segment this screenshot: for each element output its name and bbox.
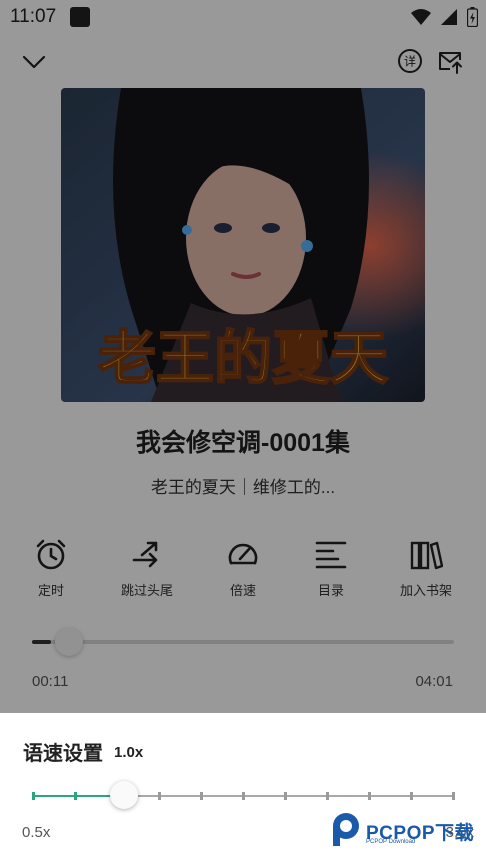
speed-tick bbox=[242, 792, 245, 800]
speed-sheet-title: 语速设置 bbox=[23, 743, 103, 765]
speed-tick bbox=[32, 792, 35, 800]
speed-current-value: 1.0x bbox=[114, 744, 144, 761]
speed-slider[interactable] bbox=[32, 792, 455, 800]
watermark-logo: PCPOP下载 PCPOP Download bbox=[330, 812, 480, 856]
speed-tick bbox=[326, 792, 329, 800]
pcpop-logo-icon bbox=[333, 813, 359, 846]
dim-overlay[interactable] bbox=[0, 0, 486, 713]
speed-tick bbox=[368, 792, 371, 800]
speed-min-label: 0.5x bbox=[22, 824, 51, 841]
speed-tick bbox=[158, 792, 161, 800]
speed-slider-thumb[interactable] bbox=[110, 781, 138, 809]
watermark-tagline: PCPOP Download bbox=[366, 839, 416, 845]
speed-tick bbox=[410, 792, 413, 800]
speed-tick bbox=[74, 792, 77, 800]
speed-tick bbox=[452, 792, 455, 800]
speed-tick bbox=[200, 792, 203, 800]
speed-tick bbox=[284, 792, 287, 800]
